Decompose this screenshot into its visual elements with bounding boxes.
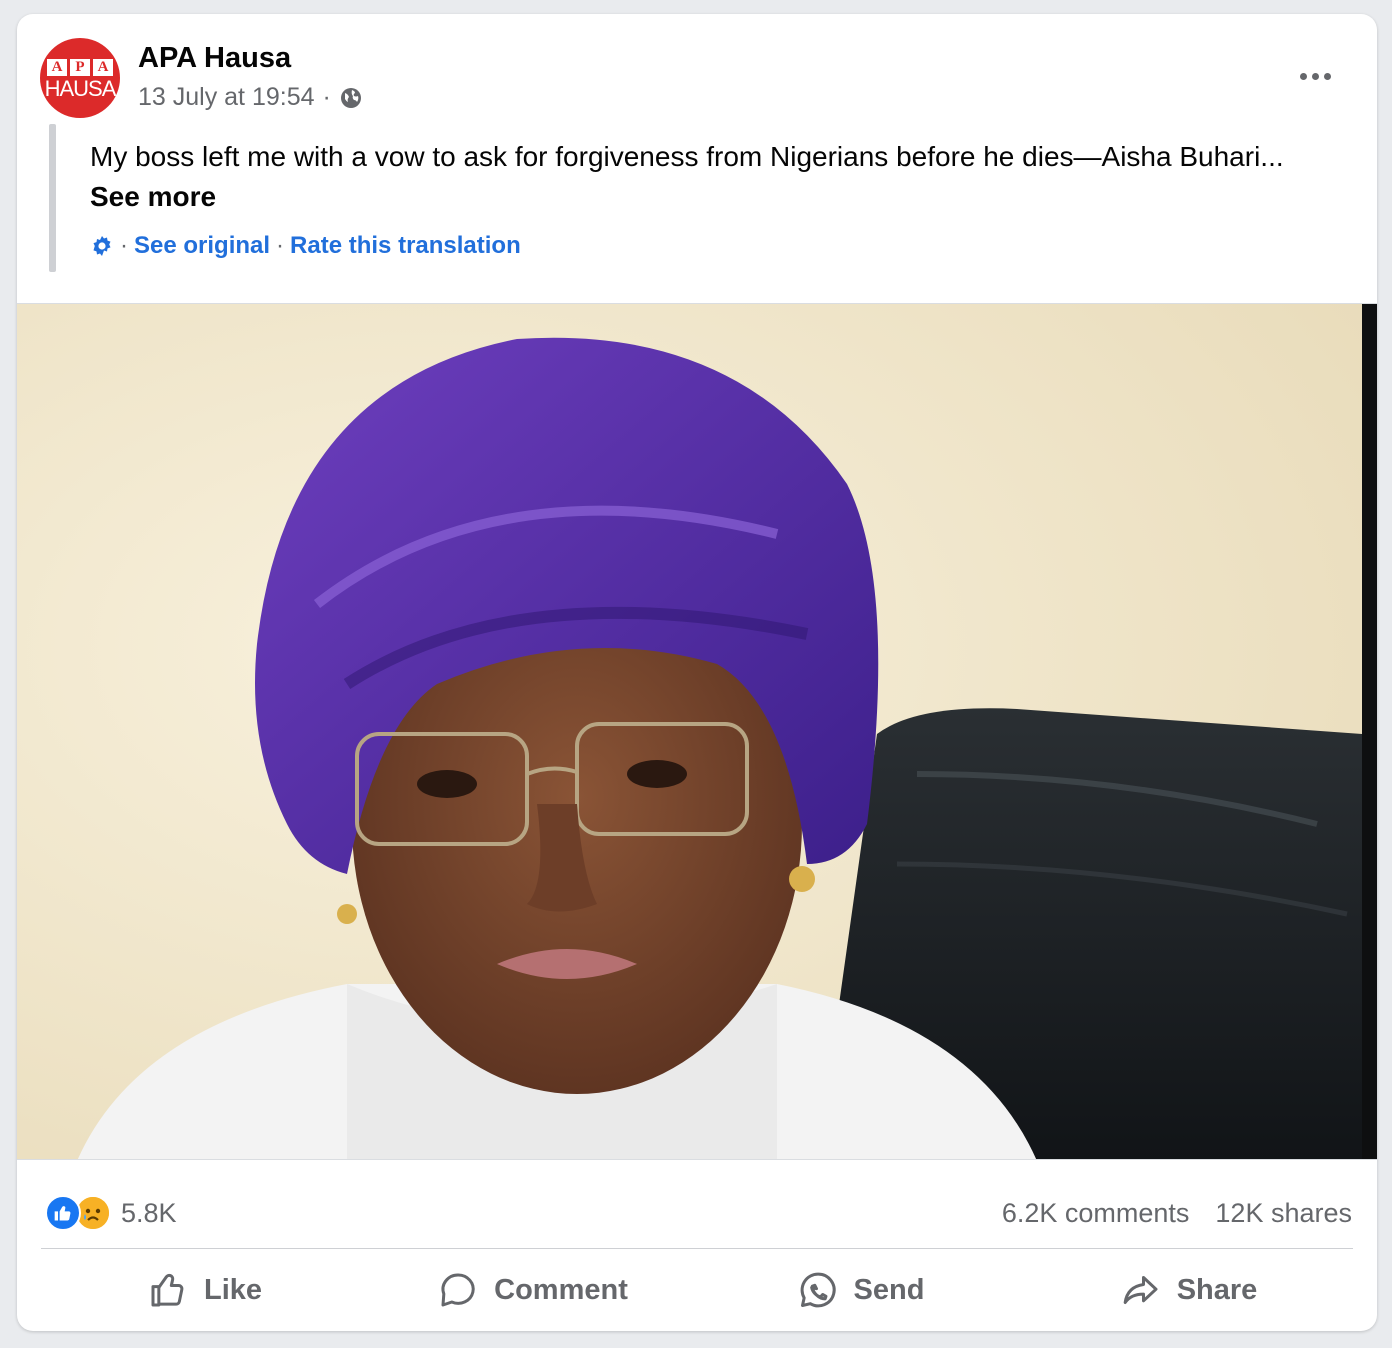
share-button[interactable]: Share [1025,1260,1353,1320]
post-body-text: My boss left me with a vow to ask for fo… [90,141,1284,172]
shares-count-link[interactable]: 12K shares [1215,1198,1352,1229]
comments-count-link[interactable]: 6.2K comments [1002,1198,1190,1229]
comment-button[interactable]: Comment [369,1260,697,1320]
send-button[interactable]: Send [697,1260,1025,1320]
thumbs-up-icon [151,1273,184,1307]
translation-row: · See original · Rate this translation [90,232,521,260]
reactions-summary[interactable]: 5.8K [45,1195,177,1231]
post-text: My boss left me with a vow to ask for fo… [90,137,1340,217]
comment-icon [441,1273,475,1307]
portrait-illustration [17,304,1377,1159]
avatar-logo-text: HAUSA [44,75,117,101]
meta-separator: · [322,83,331,111]
translation-separator: · [276,232,285,259]
post-photo[interactable] [17,303,1377,1160]
messenger-send-icon [800,1272,836,1308]
reaction-count: 5.8K [121,1197,177,1228]
like-button[interactable]: Like [41,1260,369,1320]
stats-divider [41,1248,1353,1249]
translation-quote-bar [49,124,56,272]
action-bar: Like Comment Send Share [41,1260,1353,1320]
avatar-logo-letters: A P A [47,58,113,76]
globe-icon [340,87,361,108]
page-avatar[interactable]: A P A HAUSA [40,38,120,118]
page-name-link[interactable]: APA Hausa [138,42,291,75]
post-card: A P A HAUSA APA Hausa 13 July at 19:54 ·… [17,14,1377,1331]
gear-icon[interactable] [90,234,114,258]
more-options-icon[interactable] [1293,60,1337,92]
like-reaction-icon [45,1195,81,1231]
post-timestamp[interactable]: 13 July at 19:54 [138,83,315,112]
engagement-stats: 5.8K 6.2K comments 12K shares [45,1195,1352,1231]
translation-separator: · [120,232,128,259]
see-more-link[interactable]: See more [90,181,216,212]
post-meta: 13 July at 19:54 · [138,83,363,112]
share-arrow-icon [1123,1276,1158,1304]
stats-right: 6.2K comments 12K shares [1002,1198,1352,1229]
rate-translation-link[interactable]: Rate this translation [290,232,521,260]
see-original-link[interactable]: See original [134,232,270,260]
